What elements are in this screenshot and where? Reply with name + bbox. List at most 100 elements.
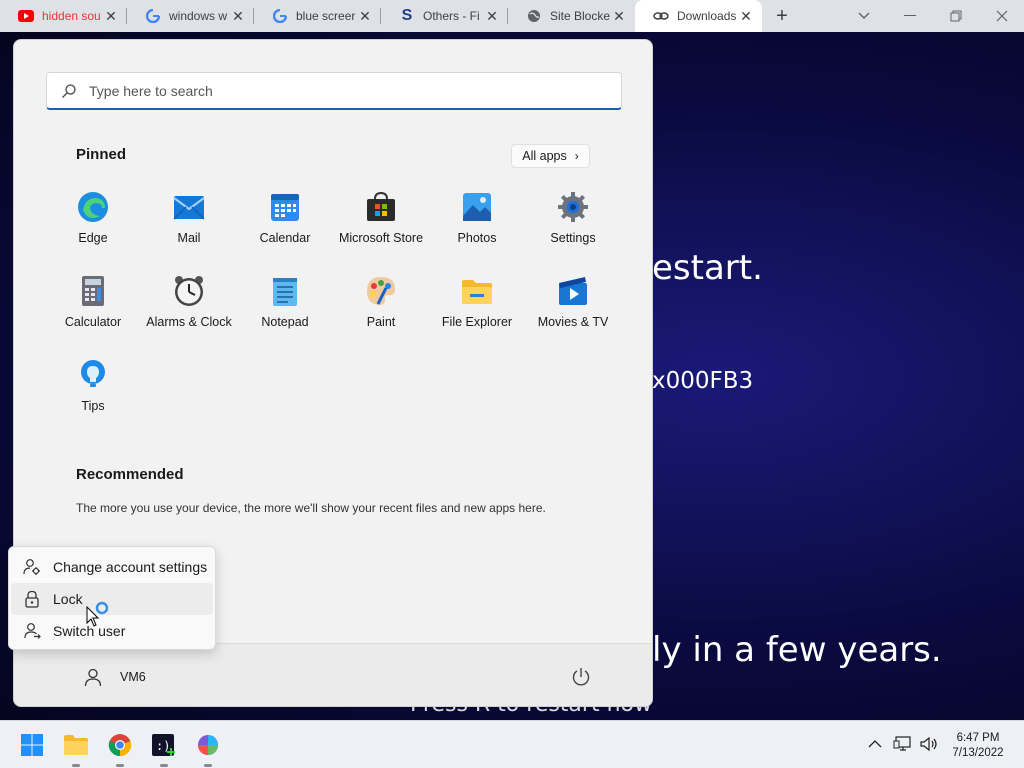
switch-user-icon [23,622,41,640]
volume-icon[interactable] [918,733,940,755]
youtube-icon [18,8,34,24]
start-button[interactable] [16,729,48,761]
clock-date: 7/13/2022 [952,747,1004,759]
menu-item-switch-user[interactable]: Switch user [11,615,213,647]
app-label: Settings [550,231,596,245]
mail-icon [173,196,205,220]
app-label: Movies & TV [537,315,609,329]
paint-icon [367,277,395,305]
lock-icon [23,590,41,608]
tab-downloads[interactable]: Downloads ✕ [635,0,762,32]
folder-icon [462,280,492,304]
google-icon [145,8,161,24]
all-apps-label: All apps [522,149,567,163]
colorful-globe-icon [198,735,218,755]
running-indicator [116,764,124,767]
globe-icon [526,8,542,24]
recommended-empty-text: The more you use your device, the more w… [76,501,546,515]
calendar-icon [271,194,299,221]
taskbar: :) 6:47 PM 7/13/2022 [0,720,1024,768]
app-edge[interactable]: Edge [45,184,141,264]
app-paint[interactable]: Paint [333,268,429,348]
app-notepad[interactable]: Notepad [237,268,333,348]
app-label: Microsoft Store [338,231,424,245]
clock-icon [175,276,203,306]
app-file-explorer[interactable]: File Explorer [429,268,525,348]
busy-spinner-icon [95,601,109,615]
app-calculator[interactable]: Calculator [45,268,141,348]
network-icon[interactable] [892,733,914,755]
app-label: Photos [457,231,497,245]
tips-icon [81,360,105,387]
app-microsoft-store[interactable]: Microsoft Store [333,184,429,264]
restore-icon[interactable] [940,0,972,32]
close-icon[interactable]: ✕ [738,8,754,24]
app-label: Calculator [64,315,122,329]
close-icon[interactable]: ✕ [357,8,373,24]
menu-item-label: Lock [53,591,83,607]
search-input[interactable] [89,82,589,99]
app-alarms-clock[interactable]: Alarms & Clock [141,268,237,348]
app-label: File Explorer [441,315,513,329]
app-label: Paint [366,315,396,329]
settings-icon [558,192,588,222]
tab-blue-screen[interactable]: blue screer ✕ [254,0,381,32]
app-calendar[interactable]: Calendar [237,184,333,264]
taskbar-terminal[interactable]: :) [148,729,180,767]
start-search-box[interactable] [46,72,622,110]
app-movies-tv[interactable]: Movies & TV [525,268,621,348]
menu-item-lock[interactable]: Lock [11,583,213,615]
windows-logo-icon [21,734,43,756]
s-logo-icon: S [401,7,413,24]
calculator-icon [82,276,104,306]
tab-hidden-sou[interactable]: hidden sou ✕ [0,0,127,32]
svg-text::): :) [156,739,170,753]
close-icon[interactable]: ✕ [611,8,627,24]
account-settings-icon [23,558,41,576]
chrome-icon [108,734,132,757]
taskbar-file-explorer[interactable] [60,729,92,767]
app-photos[interactable]: Photos [429,184,525,264]
app-tips[interactable]: Tips [45,352,141,432]
folder-icon [64,735,88,755]
taskbar-chrome[interactable] [104,729,136,767]
tab-title: Others - Fi [423,9,480,23]
tab-site-blocker[interactable]: Site Blocke ✕ [508,0,635,32]
menu-item-change-account-settings[interactable]: Change account settings [11,551,213,583]
user-name: VM6 [120,670,146,684]
account-context-menu: Change account settings Lock Switch user [8,546,216,650]
tray-overflow-chevron-icon[interactable] [864,733,886,755]
app-mail[interactable]: Mail [141,184,237,264]
tab-others[interactable]: S Others - Fi ✕ [381,0,508,32]
taskbar-clock[interactable]: 6:47 PM 7/13/2022 [940,731,1016,761]
bsod-stop-code: x000FB3 [652,368,754,394]
close-icon[interactable]: ✕ [484,8,500,24]
close-icon[interactable]: ✕ [230,8,246,24]
menu-item-label: Change account settings [53,559,208,575]
tab-windows-w[interactable]: windows w ✕ [127,0,254,32]
power-icon[interactable] [570,666,592,688]
tab-title: hidden sou [42,9,101,23]
tab-search-chevron-icon[interactable] [850,0,878,32]
app-label: Alarms & Clock [146,315,232,329]
tab-title: blue screer [296,9,356,23]
google-icon [272,8,288,24]
close-window-icon[interactable] [986,0,1018,32]
tab-title: windows w [169,9,228,23]
user-account-button[interactable]: VM6 [76,660,146,694]
minimize-icon[interactable] [894,0,926,32]
recommended-title: Recommended [76,466,184,483]
app-label: Notepad [261,315,309,329]
all-apps-button[interactable]: All apps › [511,144,590,168]
edge-icon [78,192,108,222]
avatar [76,660,110,694]
running-indicator [204,764,212,767]
close-icon[interactable]: ✕ [103,8,119,24]
app-label: Tips [81,399,105,413]
chevron-right-icon: › [574,149,579,163]
bsod-text-years: ly in a few years. [652,630,942,670]
clock-time: 6:47 PM [956,732,1000,744]
app-settings[interactable]: Settings [525,184,621,264]
new-tab-button[interactable]: + [768,0,796,32]
taskbar-app[interactable] [192,729,224,767]
